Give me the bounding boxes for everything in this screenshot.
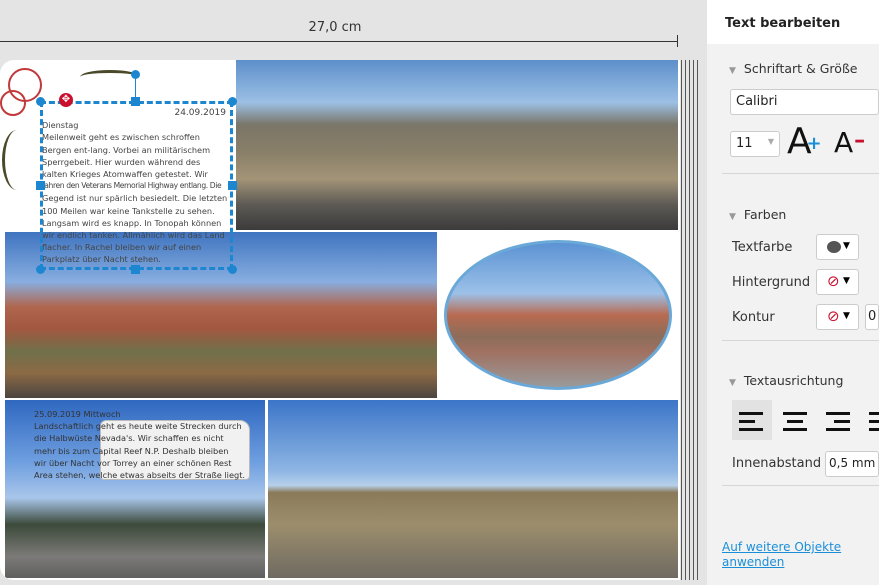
resize-handle[interactable] [36, 97, 45, 106]
font-size-select[interactable]: 11 ▼ [730, 131, 780, 157]
background-label: Hintergrund [732, 275, 811, 290]
collapse-triangle-icon: ▼ [729, 66, 736, 76]
photo-mountain-road[interactable] [236, 60, 678, 230]
grow-font-button[interactable]: A + [787, 122, 822, 162]
text-line: 25.09.2019 Mittwoch [34, 409, 121, 419]
chevron-down-icon: ▼ [767, 137, 774, 146]
text-color-picker[interactable]: ▼ [816, 234, 859, 260]
resize-handle[interactable] [131, 265, 140, 274]
ruler-tick [677, 35, 678, 47]
page-edge [689, 60, 690, 580]
section-label: Textausrichtung [743, 373, 844, 388]
align-center-button[interactable] [776, 400, 816, 440]
outline-color-picker[interactable]: ⊘ ▼ [816, 304, 859, 330]
resize-handle[interactable] [36, 181, 45, 190]
ruler-label: 27,0 cm [308, 20, 362, 35]
collapse-triangle-icon: ▼ [729, 212, 736, 222]
flower-decoration [0, 90, 26, 116]
divider [722, 340, 879, 341]
shrink-font-label: A [834, 126, 854, 159]
section-label: Schriftart & Größe [743, 61, 858, 76]
divider [722, 173, 879, 174]
photo-oval-town [444, 240, 672, 390]
align-right-button[interactable] [819, 400, 859, 440]
no-color-icon: ⊘ [827, 272, 840, 290]
section-label: Farben [743, 207, 787, 222]
page-edge [681, 60, 682, 580]
panel-title: Text bearbeiten [707, 0, 879, 44]
resize-handle[interactable] [228, 181, 237, 190]
text-line: Landschaftlich geht es heute weite Strec… [34, 421, 242, 432]
photo-desert-road[interactable] [268, 400, 678, 578]
apply-to-other-objects-link[interactable]: Auf weitere Objekte anwenden [722, 540, 874, 570]
vine-decoration [2, 130, 32, 190]
collapse-triangle-icon: ▼ [729, 378, 736, 388]
resize-handle[interactable] [228, 97, 237, 106]
outline-width-input[interactable]: 0 [865, 304, 879, 330]
caret-down-icon: ▼ [843, 241, 850, 251]
caret-down-icon: ▼ [843, 311, 850, 321]
caret-down-icon: ▼ [843, 276, 850, 286]
text-color-label: Textfarbe [732, 240, 793, 255]
background-color-picker[interactable]: ⊘ ▼ [816, 269, 859, 295]
resize-handle[interactable] [131, 97, 140, 106]
font-family-select[interactable]: Calibri [730, 89, 879, 115]
page-edge [697, 60, 698, 580]
plus-icon: + [806, 133, 822, 154]
text-edit-panel: Text bearbeiten ▼ Schriftart & Größe Cali… [707, 0, 879, 585]
canvas-area[interactable]: 27,0 cm 24.09.2019 Dienstag Meilenweit g… [0, 0, 705, 585]
align-justify-button[interactable] [862, 400, 879, 440]
color-dot-icon [827, 241, 841, 253]
text-line: wir über Nacht vor Torrey an einer schön… [34, 457, 232, 468]
padding-input[interactable]: 0,5 mm [825, 451, 879, 477]
font-size-value: 11 [736, 136, 753, 151]
align-left-button[interactable] [732, 400, 772, 440]
resize-handle[interactable] [228, 265, 237, 274]
text-line: Area stehen, welche etwas abseits der St… [34, 470, 246, 481]
section-colors[interactable]: ▼ Farben [729, 207, 786, 222]
section-font[interactable]: ▼ Schriftart & Größe [729, 61, 858, 76]
selection-frame [40, 101, 233, 270]
move-icon[interactable]: ✥ [59, 93, 73, 107]
page-edge [693, 60, 694, 580]
padding-label: Innenabstand [732, 456, 822, 471]
shrink-font-button[interactable]: A – [834, 126, 865, 160]
no-color-icon: ⊘ [827, 307, 840, 325]
resize-handle[interactable] [36, 265, 45, 274]
ruler-line [0, 41, 678, 42]
divider [722, 485, 879, 486]
rotate-handle-line [135, 78, 136, 98]
photo-oval-frame[interactable] [440, 232, 677, 398]
page-edge [685, 60, 686, 580]
section-alignment[interactable]: ▼ Textausrichtung [729, 373, 843, 388]
textbox-day2[interactable]: 25.09.2019 Mittwoch Landschaftlich geht … [34, 408, 262, 481]
text-line: die Halbwüste Nevada's. Wir schaffen es … [34, 433, 224, 444]
text-line: mehr bis zum Capital Reef N.P. Deshalb b… [34, 445, 229, 456]
outline-label: Kontur [732, 310, 775, 325]
minus-icon: – [854, 128, 866, 153]
